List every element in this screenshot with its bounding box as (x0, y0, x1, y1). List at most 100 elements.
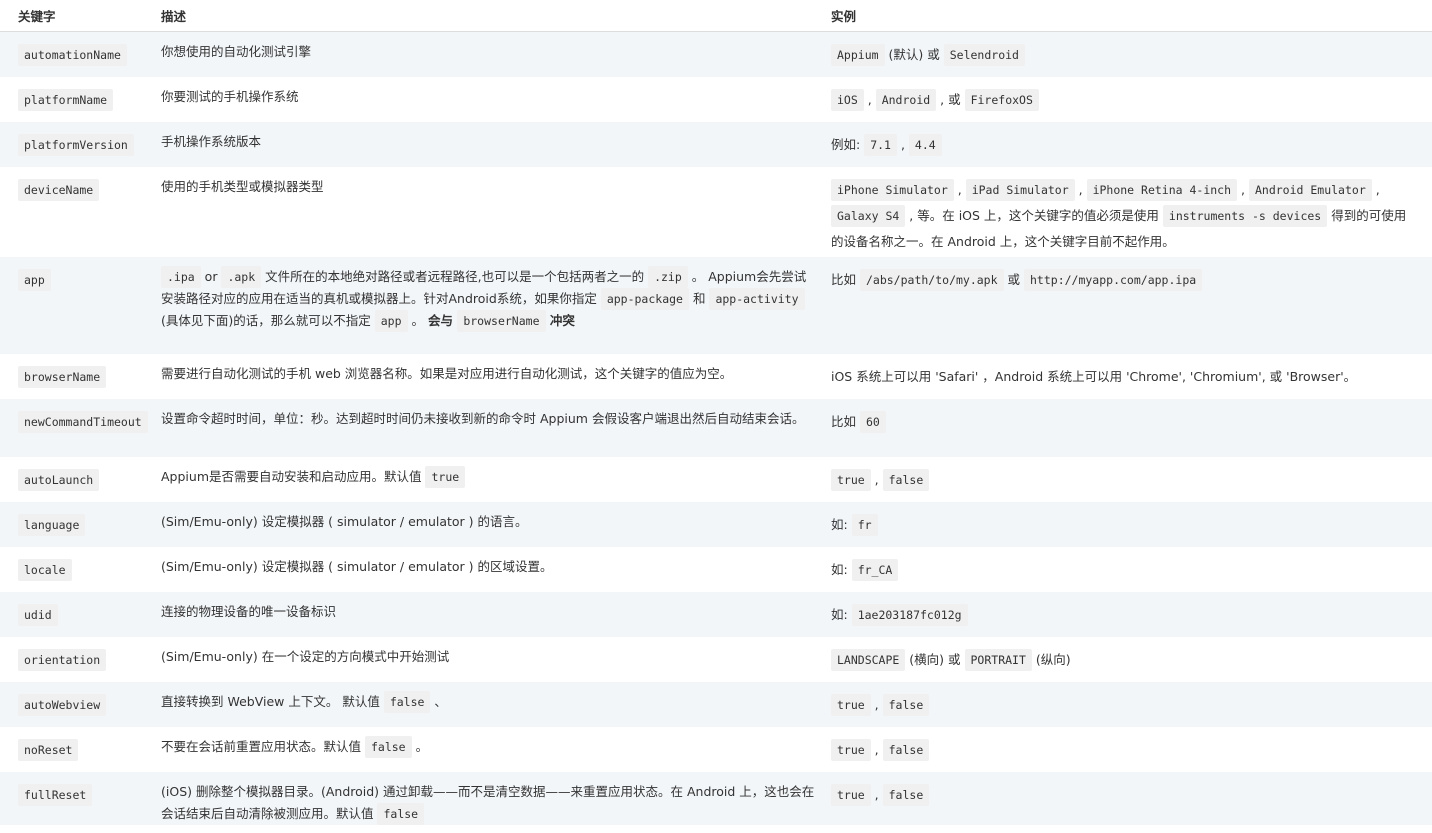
keyword-code: noReset (18, 738, 79, 761)
example-cell: 比如 /abs/path/to/my.apk 或 http://myapp.co… (827, 256, 1432, 354)
table-row: noReset 不要在会话前重置应用状态。默认值 false 。 true , fa… (0, 726, 1432, 772)
code-literal: true (831, 738, 871, 761)
description-cell: (Sim/Emu-only) 设定模拟器 ( simulator / emula… (151, 546, 827, 592)
keyword-cell: autoLaunch (0, 456, 151, 502)
text-segment: (具体见下面)的话，那么就可以不指定 (161, 312, 375, 328)
code-literal: Android Emulator (1248, 178, 1372, 201)
text-segment: 。 (407, 312, 428, 328)
code-literal: iPhone Retina 4-inch (1086, 178, 1238, 201)
table-row: orientation (Sim/Emu-only) 在一个设定的方向模式中开始测… (0, 636, 1432, 682)
code-literal: /abs/path/to/my.apk (859, 268, 1004, 291)
keyword-cell: app (0, 256, 151, 354)
text-segment: (Sim/Emu-only) 设定模拟器 ( simulator / emula… (161, 558, 553, 574)
text-segment: , (1371, 181, 1380, 197)
code-literal: iPhone Simulator (831, 178, 954, 201)
bold-text: 冲突 (545, 312, 575, 328)
text-segment: 直接转换到 WebView 上下文。 默认值 (161, 693, 384, 709)
description-cell: (iOS) 删除整个模拟器目录。(Android) 通过卸载——而不是清空数据—… (151, 771, 827, 825)
text-segment: or (200, 268, 222, 284)
text-segment: , (870, 741, 883, 757)
text-segment: 设置命令超时时间，单位：秒。达到超时时间仍未接收到新的命令时 Appium 会假… (161, 410, 805, 426)
description-cell: 你要测试的手机操作系统 (151, 76, 827, 122)
keyword-cell: orientation (0, 636, 151, 682)
table-row: autoLaunch Appium是否需要自动安装和启动应用。默认值 true tr… (0, 456, 1432, 502)
example-cell: Appium (默认) 或 Selendroid (827, 31, 1432, 77)
keyword-cell: browserName (0, 353, 151, 399)
keyword-cell: noReset (0, 726, 151, 772)
table-row: automationName 你想使用的自动化测试引擎 Appium (默认) 或 … (0, 31, 1432, 77)
code-literal: false (377, 802, 425, 825)
code-literal: app-package (600, 287, 689, 310)
code-literal: true (831, 693, 871, 716)
text-segment: , (1074, 181, 1087, 197)
description-cell: 直接转换到 WebView 上下文。 默认值 false 、 (151, 681, 827, 727)
code-literal: fr (851, 513, 878, 536)
text-segment: iOS 系统上可以用 'Safari' ，Android 系统上可以用 'Chr… (831, 368, 1357, 384)
text-segment: , 等。在 iOS 上，这个关键字的值必须是使用 (905, 207, 1163, 223)
text-segment: 比如 (831, 413, 860, 429)
keyword-code: orientation (18, 648, 107, 671)
table-row: udid 连接的物理设备的唯一设备标识 如: 1ae203187fc012g (0, 591, 1432, 637)
example-cell: 如: fr (827, 501, 1432, 547)
description-cell: 需要进行自动化测试的手机 web 浏览器名称。如果是对应用进行自动化测试，这个关… (151, 353, 827, 399)
keyword-code: fullReset (18, 783, 93, 806)
table-row: platformVersion 手机操作系统版本 例如: 7.1 , 4.4 (0, 121, 1432, 167)
example-cell: true , false (827, 771, 1432, 825)
text-segment: 使用的手机类型或模拟器类型 (161, 178, 324, 194)
code-literal: Android (875, 88, 937, 111)
example-cell: 如: fr_CA (827, 546, 1432, 592)
example-cell: 比如 60 (827, 398, 1432, 457)
code-literal: FirefoxOS (964, 88, 1039, 111)
text-segment: 、 (430, 693, 447, 709)
example-cell: iPhone Simulator , iPad Simulator , iPho… (827, 166, 1432, 257)
code-literal: true (831, 783, 871, 806)
code-literal: 4.4 (908, 133, 942, 156)
code-literal: iPad Simulator (965, 178, 1075, 201)
text-segment: 如: (831, 561, 852, 577)
example-cell: iOS , Android , 或 FirefoxOS (827, 76, 1432, 122)
text-segment: , (1237, 181, 1249, 197)
code-literal: browserName (457, 309, 546, 332)
code-literal: iOS (831, 88, 864, 111)
text-segment: 你想使用的自动化测试引擎 (161, 44, 312, 59)
text-segment: , (870, 471, 883, 487)
keyword-cell: udid (0, 591, 151, 637)
text-segment: (横向) 或 (905, 651, 965, 667)
keyword-code: automationName (18, 44, 127, 66)
text-segment: , (870, 696, 883, 712)
table-row: browserName 需要进行自动化测试的手机 web 浏览器名称。如果是对应用… (0, 353, 1432, 399)
code-literal: PORTRAIT (964, 648, 1032, 671)
keyword-cell: newCommandTimeout (0, 398, 151, 457)
description-cell: Appium是否需要自动安装和启动应用。默认值 true (151, 456, 827, 502)
keyword-cell: platformVersion (0, 121, 151, 167)
keyword-code: udid (18, 603, 58, 626)
example-cell: true , false (827, 726, 1432, 772)
table-header-row: 关键字 描述 实例 (0, 0, 1432, 32)
example-cell: true , false (827, 456, 1432, 502)
description-cell: 你想使用的自动化测试引擎 (151, 31, 827, 77)
capabilities-table: 关键字 描述 实例 automationName 你想使用的自动化测试引擎 Appi… (0, 0, 1432, 825)
description-cell: (Sim/Emu-only) 设定模拟器 ( simulator / emula… (151, 501, 827, 547)
code-literal: 60 (859, 410, 886, 433)
table-row: platformName 你要测试的手机操作系统 iOS , Android , 或… (0, 76, 1432, 122)
code-literal: 7.1 (864, 133, 897, 156)
keyword-code: platformVersion (18, 133, 134, 156)
text-segment: 如: (831, 606, 852, 622)
code-literal: .zip (648, 265, 688, 288)
text-segment: 或 (1003, 271, 1024, 287)
code-literal: true (831, 468, 871, 491)
example-cell: iOS 系统上可以用 'Safari' ，Android 系统上可以用 'Chr… (827, 353, 1432, 399)
text-segment: , (863, 91, 876, 107)
text-segment: 需要进行自动化测试的手机 web 浏览器名称。如果是对应用进行自动化测试，这个关… (161, 365, 733, 381)
keyword-cell: locale (0, 546, 151, 592)
code-literal: app-activity (709, 287, 805, 310)
description-cell: 不要在会话前重置应用状态。默认值 false 。 (151, 726, 827, 772)
text-segment: 连接的物理设备的唯一设备标识 (161, 603, 337, 619)
description-cell: 手机操作系统版本 (151, 121, 827, 167)
keyword-cell: fullReset (0, 771, 151, 825)
code-literal: false (882, 738, 930, 761)
keyword-code: platformName (18, 88, 114, 111)
text-segment: 不要在会话前重置应用状态。默认值 (161, 738, 365, 754)
description-cell: 连接的物理设备的唯一设备标识 (151, 591, 827, 637)
text-segment: , 或 (936, 91, 965, 107)
